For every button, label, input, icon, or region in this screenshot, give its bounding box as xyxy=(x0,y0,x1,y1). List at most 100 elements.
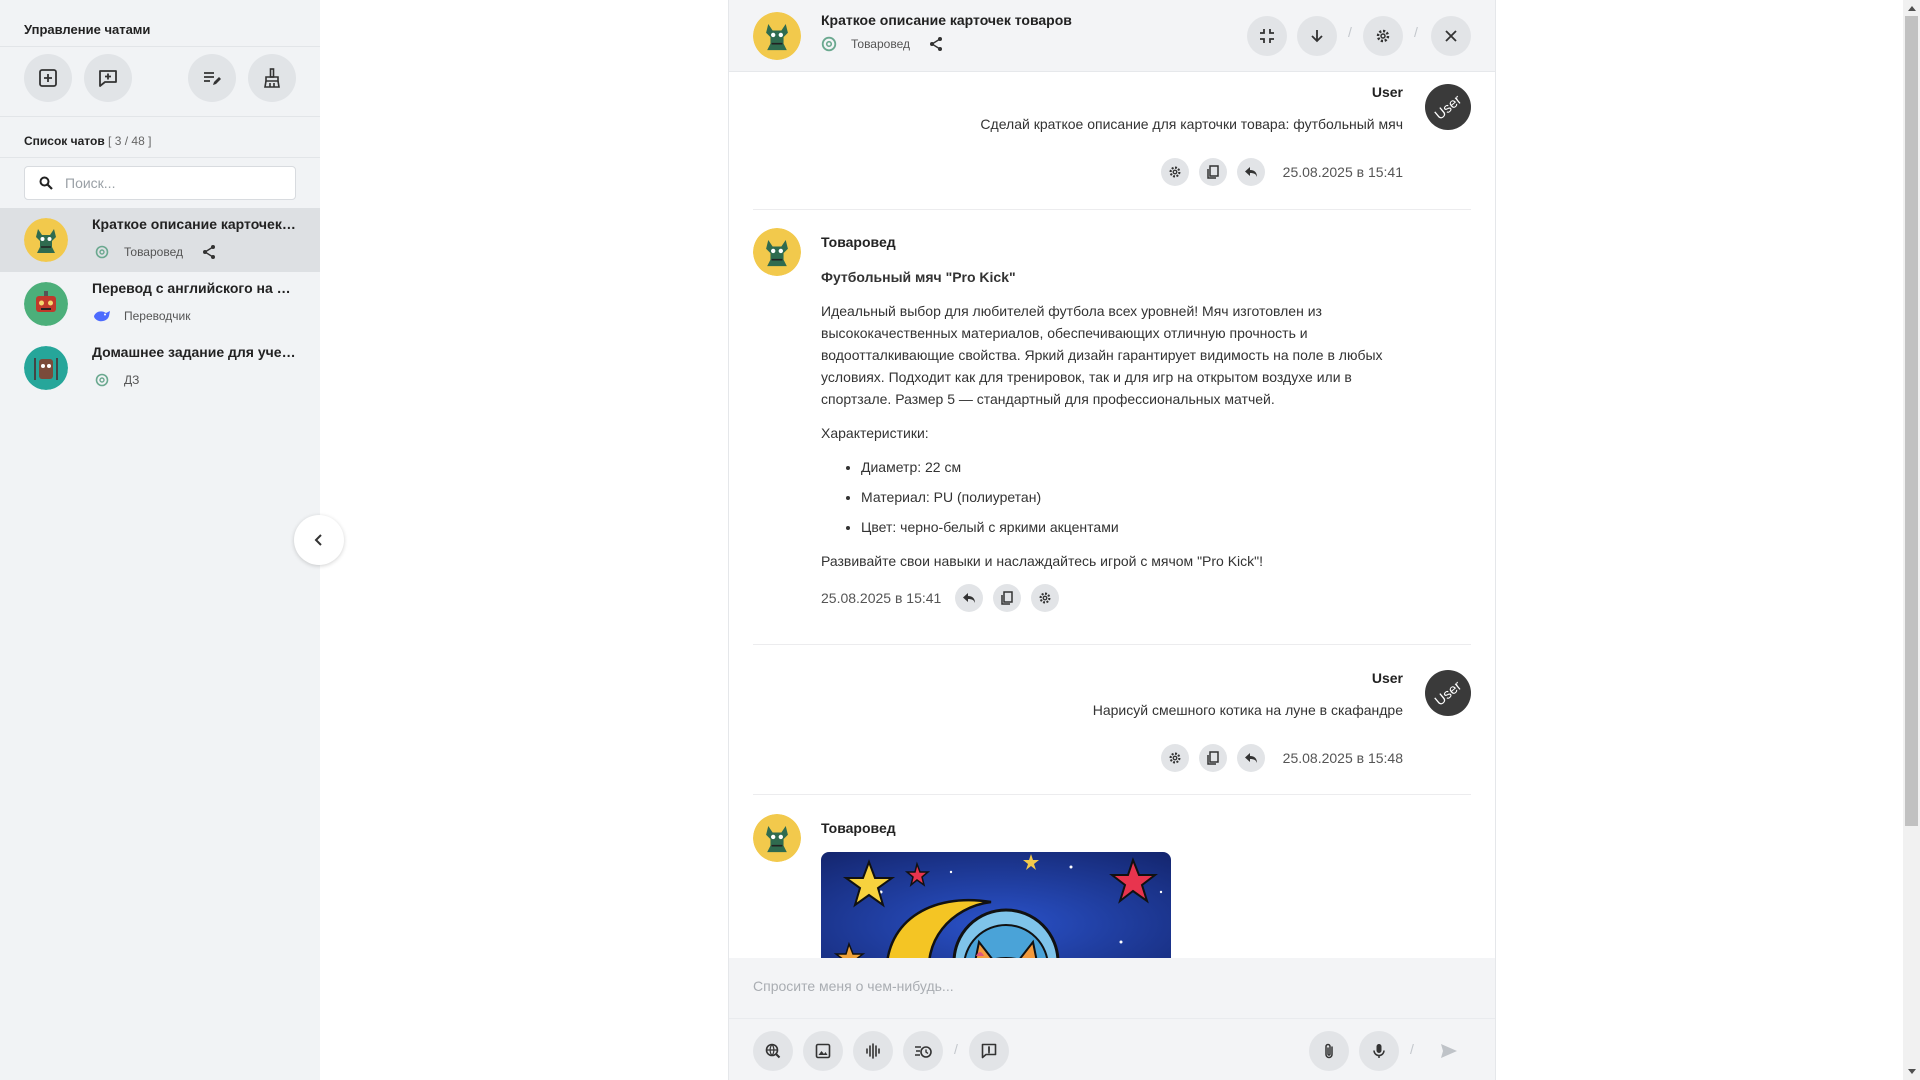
reply-button[interactable] xyxy=(955,584,984,612)
chat-assistant-name: Переводчик xyxy=(124,309,191,323)
audio-wave-icon xyxy=(866,1043,880,1059)
scroll-down-button[interactable] xyxy=(1297,16,1337,56)
sidebar-title: Управление чатами xyxy=(24,22,151,37)
new-chat-button[interactable] xyxy=(24,54,72,102)
message-settings-button[interactable] xyxy=(1031,584,1060,612)
message-list: User User Сделай краткое описание для ка… xyxy=(729,72,1495,958)
openai-icon xyxy=(92,370,112,390)
microphone-icon xyxy=(1373,1044,1385,1058)
user-message: User User Сделай краткое описание для ка… xyxy=(729,72,1495,208)
user-avatar-label: User xyxy=(1431,91,1465,123)
send-icon xyxy=(1441,1044,1457,1058)
scroll-up-arrow[interactable] xyxy=(1903,0,1920,16)
copy-message-button[interactable] xyxy=(993,584,1022,612)
chat-assistant-name: Товаровед xyxy=(124,245,183,259)
voice-input-button[interactable] xyxy=(1359,1031,1399,1071)
chat-header-title: Краткое описание карточек товаров xyxy=(821,12,1072,28)
copy-icon xyxy=(1206,751,1219,765)
translator-avatar-icon xyxy=(24,282,68,326)
scrollbar-thumb[interactable] xyxy=(1905,16,1918,826)
message-actions: 25.08.2025 в 15:41 xyxy=(1160,158,1403,186)
chat-assistant-name: ДЗ xyxy=(124,373,140,387)
separator: / xyxy=(1348,24,1352,40)
merchandiser-avatar-icon xyxy=(24,218,68,262)
product-heading: Футбольный мяч "Pro Kick" xyxy=(821,269,1016,285)
message-divider xyxy=(753,644,1471,645)
gear-icon xyxy=(1169,752,1181,764)
sidebar-divider xyxy=(0,116,320,117)
reply-button[interactable] xyxy=(1236,158,1265,186)
message-author: Товаровед xyxy=(821,234,896,250)
arrow-down-icon xyxy=(1311,30,1323,43)
assistant-avatar xyxy=(753,12,801,60)
prompts-button[interactable] xyxy=(969,1031,1009,1071)
chat-header: Краткое описание карточек товаров Товаро… xyxy=(729,0,1495,72)
message-input[interactable] xyxy=(753,978,1453,994)
clean-chats-button[interactable] xyxy=(248,54,296,102)
new-comment-button[interactable] xyxy=(84,54,132,102)
message-settings-button[interactable] xyxy=(1160,744,1189,772)
assistant-avatar xyxy=(24,218,68,262)
copy-message-button[interactable] xyxy=(1198,744,1227,772)
attach-file-button[interactable] xyxy=(1309,1031,1349,1071)
message-text: Нарисуй смешного котика на луне в скафан… xyxy=(1092,702,1403,718)
message-settings-button[interactable] xyxy=(1160,158,1189,186)
message-text: Сделай краткое описание для карточки тов… xyxy=(980,116,1403,132)
list-item: Диаметр: 22 см xyxy=(861,456,1401,478)
list-item: Цвет: черно-белый с яркими акцентами xyxy=(861,516,1401,538)
edit-chats-button[interactable] xyxy=(188,54,236,102)
scroll-down-arrow[interactable] xyxy=(1903,1064,1920,1080)
reply-button[interactable] xyxy=(1236,744,1265,772)
chat-title: Перевод с английского на русский xyxy=(92,280,298,296)
chat-list-item[interactable]: Перевод с английского на русский Перевод… xyxy=(0,272,320,336)
clean-icon xyxy=(264,68,280,88)
openai-icon xyxy=(92,242,112,262)
triangle-up-icon xyxy=(1907,6,1916,11)
chat-list-item[interactable]: Домашнее задание для ученика ДЗ xyxy=(0,336,320,400)
user-avatar-label: User xyxy=(1431,677,1465,709)
collapse-sidebar-button[interactable] xyxy=(294,515,344,565)
specs-title: Характеристики: xyxy=(821,425,929,441)
list-item: Материал: PU (полиуретан) xyxy=(861,486,1401,508)
merchandiser-avatar-icon xyxy=(753,228,801,276)
message-author: User xyxy=(1371,84,1403,100)
message-body: Футбольный мяч "Pro Kick" Идеальный выбо… xyxy=(821,266,1401,612)
assistant-avatar xyxy=(24,346,68,390)
separator: / xyxy=(1410,1041,1414,1057)
chat-list-count: [ 3 / 48 ] xyxy=(108,134,152,148)
sidebar-divider xyxy=(0,157,320,158)
send-button[interactable] xyxy=(1429,1031,1469,1071)
share-icon[interactable] xyxy=(928,36,944,52)
share-icon[interactable] xyxy=(201,244,217,260)
chat-meta: Переводчик xyxy=(92,306,191,326)
collapse-view-button[interactable] xyxy=(1247,16,1287,56)
homework-avatar-icon xyxy=(24,346,68,390)
user-avatar: User xyxy=(1425,84,1471,130)
chat-settings-button[interactable] xyxy=(1363,16,1403,56)
collapse-icon xyxy=(1260,29,1274,43)
chat-list-label: Список чатов [ 3 / 48 ] xyxy=(24,134,151,148)
image-generation-button[interactable] xyxy=(803,1031,843,1071)
assistant-avatar xyxy=(753,814,801,862)
merchandiser-avatar-icon xyxy=(753,814,801,862)
assistant-message: Товаровед xyxy=(729,796,1495,958)
new-comment-icon xyxy=(99,70,117,87)
chat-meta: Товаровед xyxy=(92,242,217,262)
edit-list-icon xyxy=(204,72,221,85)
chat-list-title: Список чатов xyxy=(24,134,105,148)
search-input[interactable] xyxy=(65,175,275,191)
generated-cat-on-moon-image[interactable] xyxy=(821,852,1171,958)
close-chat-button[interactable] xyxy=(1431,16,1471,56)
gear-icon xyxy=(1169,166,1181,178)
user-avatar: User xyxy=(1425,670,1471,716)
product-description: Идеальный выбор для любителей футбола вс… xyxy=(821,303,1383,407)
message-divider xyxy=(753,794,1471,795)
copy-message-button[interactable] xyxy=(1198,158,1227,186)
audio-mode-button[interactable] xyxy=(853,1031,893,1071)
message-timestamp: 25.08.2025 в 15:41 xyxy=(821,590,942,606)
web-search-button[interactable] xyxy=(753,1031,793,1071)
quick-mode-button[interactable] xyxy=(903,1031,943,1071)
chat-list-item[interactable]: Краткое описание карточек товаров Товаро… xyxy=(0,208,320,272)
paperclip-icon xyxy=(1325,1043,1333,1059)
message-author: Товаровед xyxy=(821,820,896,836)
